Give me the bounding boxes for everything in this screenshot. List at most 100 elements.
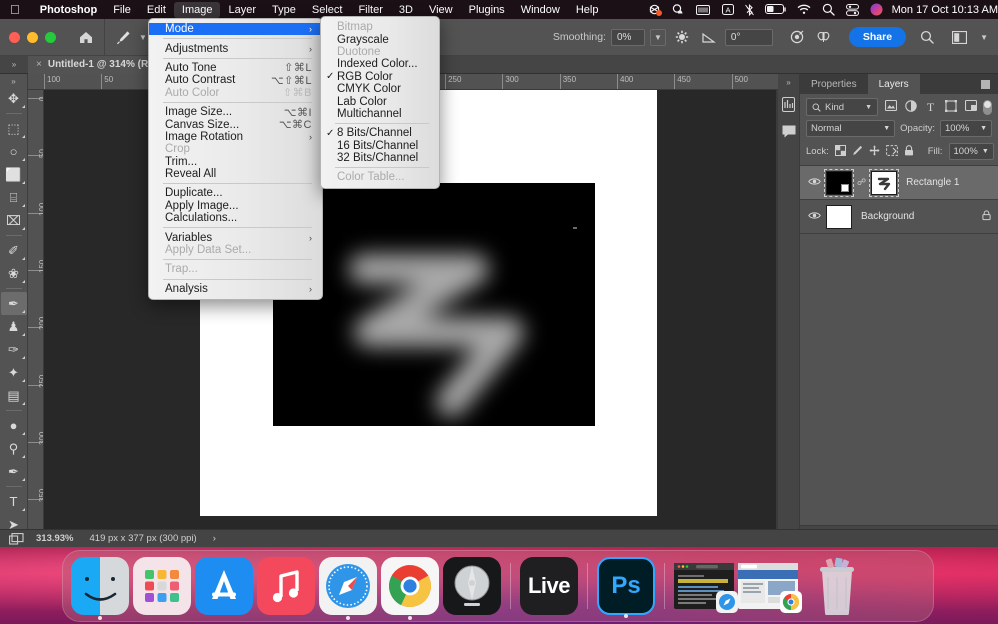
apple-icon[interactable]: : [10, 3, 20, 16]
screen-record-icon[interactable]: [648, 4, 661, 15]
menubar-item-edit[interactable]: Edit: [139, 2, 174, 18]
maximize-window-button[interactable]: [45, 32, 56, 43]
layer-mask-thumbnail[interactable]: [871, 171, 897, 195]
dock-item-adobe-photoshop[interactable]: Ps: [597, 557, 655, 615]
menu-item-apply-image[interactable]: Apply Image...: [149, 200, 322, 212]
tab-properties[interactable]: Properties: [800, 74, 868, 94]
menubar-clock[interactable]: Mon 17 Oct 10:13 AM: [892, 4, 998, 16]
dock-item-launchpad[interactable]: [133, 557, 191, 615]
menu-item-adjustments[interactable]: Adjustments›: [149, 42, 322, 54]
menu-item-auto-tone[interactable]: Auto Tone⇧⌘L: [149, 62, 322, 74]
menu-item-8-bits-channel[interactable]: ✓8 Bits/Channel: [321, 127, 439, 139]
gradient-tool[interactable]: ▤: [1, 384, 27, 407]
table-row[interactable]: Background: [800, 200, 998, 234]
menu-item-32-bits-channel[interactable]: 32 Bits/Channel: [321, 152, 439, 164]
dodge-tool[interactable]: ⚲: [1, 437, 27, 460]
menu-item-multichannel[interactable]: Multichannel: [321, 108, 439, 120]
panel-collapse-chevron-icon[interactable]: »: [0, 60, 28, 69]
smoothing-input[interactable]: 0%: [611, 29, 645, 46]
pressure-for-size-icon[interactable]: [786, 26, 808, 48]
rectangular-marquee-tool[interactable]: ⬚: [1, 117, 27, 140]
expand-panel-icon[interactable]: »: [11, 76, 15, 87]
zoom-level[interactable]: 313.93%: [28, 533, 82, 544]
filter-toggle-switch[interactable]: [983, 100, 992, 115]
brush-angle-input[interactable]: 0°: [725, 29, 773, 46]
chevron-down-icon[interactable]: ▼: [879, 125, 890, 132]
dock-item-ableton-live[interactable]: Live: [520, 557, 578, 615]
layer-name[interactable]: Background: [861, 211, 914, 222]
siri-icon[interactable]: [870, 3, 883, 16]
spot-healing-brush-tool[interactable]: ❀: [1, 262, 27, 285]
lock-artboard-nesting-icon[interactable]: [886, 145, 898, 159]
dock-item-minimized-safari-window[interactable]: [674, 563, 734, 609]
menubar-item-image[interactable]: Image: [174, 2, 221, 18]
menu-item-16-bits-channel[interactable]: 16 Bits/Channel: [321, 140, 439, 152]
menubar-item-photoshop[interactable]: Photoshop: [32, 2, 105, 18]
collapse-panels-icon[interactable]: »: [786, 78, 790, 87]
lasso-tool[interactable]: ○: [1, 140, 27, 163]
home-icon[interactable]: [75, 26, 97, 48]
object-selection-tool[interactable]: ⬜: [1, 163, 27, 186]
bluetooth-off-icon[interactable]: [745, 4, 754, 16]
menu-item-lab-color[interactable]: Lab Color: [321, 95, 439, 107]
layer-thumbnail[interactable]: [826, 171, 852, 195]
menu-item-reveal-all[interactable]: Reveal All: [149, 168, 322, 180]
brush-tool[interactable]: ✒: [1, 292, 27, 315]
menubar-item-plugins[interactable]: Plugins: [461, 2, 513, 18]
close-window-button[interactable]: [9, 32, 20, 43]
battery-icon[interactable]: [765, 4, 786, 15]
spotlight-search-icon[interactable]: [822, 3, 835, 16]
workspace-chevron-down-icon[interactable]: ▼: [980, 33, 988, 42]
panel-menu-icon[interactable]: [973, 74, 998, 94]
tab-layers[interactable]: Layers: [868, 74, 920, 94]
document-dimensions[interactable]: 419 px x 377 px (300 ppi): [82, 533, 205, 544]
control-center-icon[interactable]: [846, 4, 859, 16]
table-row[interactable]: ☍ Rectangle 1: [800, 166, 998, 200]
layer-kind-filter[interactable]: Kind ▼: [806, 98, 878, 116]
wifi-icon[interactable]: [797, 4, 811, 15]
search-icon[interactable]: [916, 26, 938, 48]
image-menu-dropdown[interactable]: Mode›Adjustments›Auto Tone⇧⌘LAuto Contra…: [148, 18, 323, 300]
menu-item-auto-contrast[interactable]: Auto Contrast⌥⇧⌘L: [149, 74, 322, 86]
airbrush-settings-icon[interactable]: [671, 26, 693, 48]
menu-item-trim[interactable]: Trim...: [149, 156, 322, 168]
menubar-item-window[interactable]: Window: [513, 2, 568, 18]
histogram-icon[interactable]: [782, 97, 795, 115]
workspace-switcher-icon[interactable]: [948, 26, 970, 48]
layer-visibility-eye-icon[interactable]: [807, 211, 821, 223]
layer-visibility-eye-icon[interactable]: [807, 177, 821, 189]
brush-angle-icon[interactable]: [698, 26, 720, 48]
lock-transparent-pixels-icon[interactable]: [835, 145, 846, 159]
link-mask-icon[interactable]: ☍: [857, 177, 866, 188]
crop-tool[interactable]: ⌸: [1, 186, 27, 209]
history-brush-tool[interactable]: ✑: [1, 338, 27, 361]
filter-pixel-icon[interactable]: [883, 100, 898, 114]
filter-adjustment-icon[interactable]: [903, 100, 918, 115]
dock-item-google-chrome[interactable]: [381, 557, 439, 615]
chevron-right-icon[interactable]: ›: [205, 533, 224, 544]
mode-submenu[interactable]: BitmapGrayscaleDuotoneIndexed Color...✓R…: [320, 16, 440, 189]
filter-shape-icon[interactable]: [943, 100, 958, 115]
blur-tool[interactable]: ●: [1, 414, 27, 437]
opacity-input[interactable]: 100% ▼: [940, 120, 992, 137]
menu-item-duplicate[interactable]: Duplicate...: [149, 187, 322, 199]
dock-item-music[interactable]: [257, 557, 315, 615]
minimize-window-button[interactable]: [27, 32, 38, 43]
dock-item-finder[interactable]: [71, 557, 129, 615]
chevron-down-icon[interactable]: ▼: [976, 125, 987, 132]
menubar-item-layer[interactable]: Layer: [220, 2, 264, 18]
layer-thumbnail[interactable]: [826, 205, 852, 229]
menu-item-image-rotation[interactable]: Image Rotation›: [149, 131, 322, 143]
move-tool[interactable]: ✥: [1, 87, 27, 110]
symmetry-butterfly-icon[interactable]: [813, 26, 835, 48]
menubar-item-help[interactable]: Help: [568, 2, 607, 18]
menu-item-cmyk-color[interactable]: CMYK Color: [321, 83, 439, 95]
menu-item-indexed-color[interactable]: Indexed Color...: [321, 58, 439, 70]
lock-all-icon[interactable]: [904, 145, 914, 159]
screen-mode-icon[interactable]: [2, 533, 30, 545]
input-source-A-icon[interactable]: A: [722, 4, 734, 15]
dock-item-minimized-chrome-window[interactable]: [738, 563, 798, 609]
pen-tool[interactable]: ✒: [1, 460, 27, 483]
lock-image-pixels-icon[interactable]: [852, 145, 863, 159]
menu-item-image-size[interactable]: Image Size...⌥⌘I: [149, 106, 322, 118]
